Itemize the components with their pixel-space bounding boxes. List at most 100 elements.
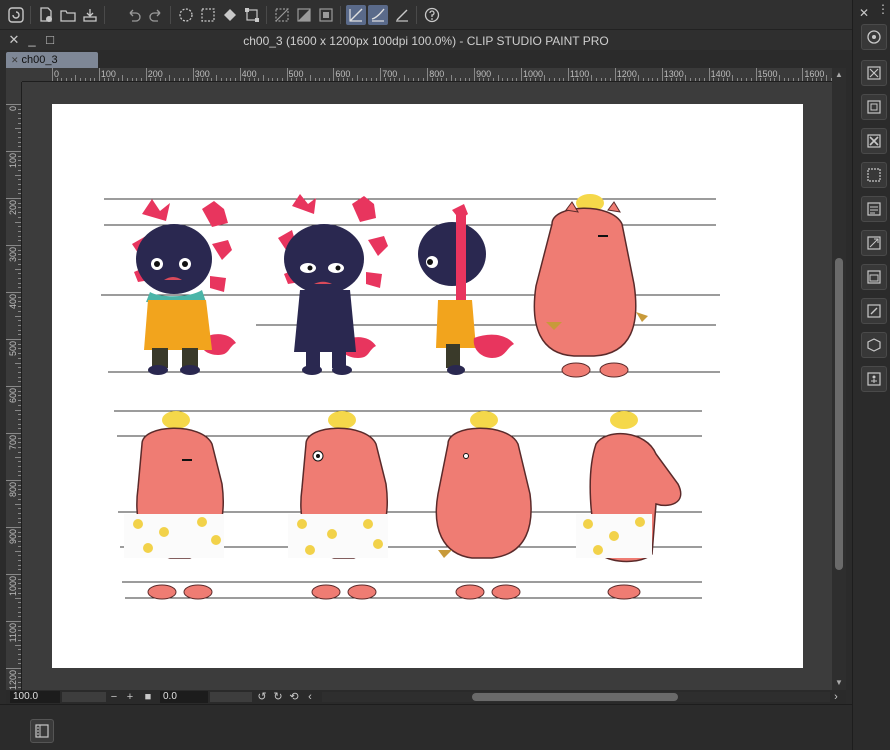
- undo-icon[interactable]: [124, 5, 144, 25]
- panel-toggle-button[interactable]: [30, 719, 54, 743]
- layer-property-icon[interactable]: [861, 60, 887, 86]
- vertical-ruler: 0 100 200 300 400 500 600 700 800 900 1000 1100 1200: [6, 82, 22, 690]
- zoom-in-button[interactable]: +: [124, 690, 136, 704]
- sub-tool-detail-icon[interactable]: [861, 128, 887, 154]
- ruler-tick: [6, 151, 21, 152]
- dock-menu-icon[interactable]: ⋮: [877, 2, 889, 16]
- panel-layout-icon: [35, 724, 49, 738]
- ruler-minor-tick: [15, 221, 21, 223]
- snap-ruler-icon[interactable]: [346, 5, 366, 25]
- ruler-label: 500: [8, 341, 18, 357]
- ruler-minor-tick: [15, 315, 21, 317]
- ruler-minor-tick: [356, 75, 358, 81]
- layer-search-icon[interactable]: [861, 94, 887, 120]
- ruler-tick: [6, 621, 21, 622]
- ruler-tick: [6, 245, 21, 246]
- artwork: [101, 194, 720, 600]
- ruler-minor-tick: [778, 75, 780, 81]
- rotate-right-icon[interactable]: ↻: [272, 690, 284, 704]
- 3d-object-icon[interactable]: [861, 332, 887, 358]
- vertical-scroll-thumb[interactable]: [835, 258, 843, 570]
- horizontal-scrollbar[interactable]: [322, 692, 830, 702]
- ruler-tick: [6, 104, 21, 105]
- zoom-slider[interactable]: [62, 692, 106, 702]
- tab-ch00-3[interactable]: ✕ ch00_3: [6, 52, 98, 68]
- redo-icon[interactable]: [146, 5, 166, 25]
- capybara-side-shirt: [576, 411, 682, 600]
- scroll-left-icon[interactable]: ‹: [304, 690, 316, 704]
- layer-icon[interactable]: [861, 298, 887, 324]
- ruler-label: 1000: [8, 576, 18, 597]
- ruler-tick: [6, 433, 21, 434]
- ruler-label: 600: [8, 388, 18, 404]
- canvas-status-bar: 100.0 − + ■ 0.0 ↺ ↻ ⟲ ‹ ›: [6, 690, 846, 704]
- ruler-minor-tick: [638, 75, 640, 81]
- animation-icon[interactable]: [861, 366, 887, 392]
- dock-close-icon[interactable]: ✕: [859, 6, 869, 20]
- new-file-icon[interactable]: [36, 5, 56, 25]
- snap-special-ruler-icon[interactable]: [368, 5, 388, 25]
- axolotl-front-plain: [278, 194, 388, 375]
- zoom-out-button[interactable]: −: [108, 690, 120, 704]
- horizontal-scroll-thumb[interactable]: [472, 693, 678, 701]
- fill-icon[interactable]: [220, 5, 240, 25]
- ruler-minor-tick: [685, 75, 687, 81]
- ruler-label: 0: [54, 69, 60, 79]
- ruler-tick: [6, 386, 21, 387]
- ruler-label: 800: [8, 482, 18, 498]
- reset-rotation-icon[interactable]: ⟲: [288, 690, 300, 704]
- document-title-bar: ✕ _ □ ch00_3 (1600 x 1200px 100dpi 100.0…: [0, 30, 852, 50]
- history-icon[interactable]: [861, 264, 887, 290]
- ruler-label: 1200: [8, 670, 18, 690]
- window-title: ch00_3 (1600 x 1200px 100dpi 100.0%) - C…: [243, 34, 609, 48]
- drawing-canvas[interactable]: [52, 104, 803, 668]
- ruler-tick: [6, 339, 21, 340]
- invert-selection-icon[interactable]: [294, 5, 314, 25]
- show-selection-icon[interactable]: [316, 5, 336, 25]
- ruler-label: 1100: [8, 623, 18, 643]
- scroll-down-icon[interactable]: ▼: [834, 678, 844, 688]
- document-tab-bar: ✕ ch00_3: [0, 50, 852, 68]
- transform-icon[interactable]: [242, 5, 262, 25]
- ruler-label: 200: [8, 200, 18, 216]
- vertical-scrollbar[interactable]: ▲ ▼: [832, 68, 846, 690]
- scroll-right-icon[interactable]: ›: [830, 690, 842, 704]
- axolotl-side: [418, 204, 514, 375]
- rotate-left-icon[interactable]: ↺: [256, 690, 268, 704]
- tab-close-icon[interactable]: ✕: [11, 55, 19, 65]
- ruler-minor-tick: [591, 75, 593, 81]
- rotation-angle-input[interactable]: 0.0: [160, 691, 208, 703]
- fit-to-window-icon[interactable]: ■: [142, 690, 154, 704]
- clear-outside-selection-icon[interactable]: [198, 5, 218, 25]
- ruler-minor-tick: [75, 75, 77, 81]
- open-file-icon[interactable]: [58, 5, 78, 25]
- zoom-input[interactable]: 100.0: [10, 691, 60, 703]
- command-bar: [0, 0, 890, 30]
- material-icon[interactable]: [861, 162, 887, 188]
- ruler-minor-tick: [15, 644, 21, 646]
- save-icon[interactable]: [80, 5, 100, 25]
- ruler-minor-tick: [15, 503, 21, 505]
- capybara-front-shirt: [124, 411, 225, 600]
- ruler-minor-tick: [15, 597, 21, 599]
- scroll-up-icon[interactable]: ▲: [834, 70, 844, 80]
- deselect-icon[interactable]: [272, 5, 292, 25]
- right-dock: ✕ ⋮: [852, 0, 890, 750]
- item-bank-icon[interactable]: [861, 196, 887, 222]
- ruler-tick: [6, 668, 21, 669]
- clear-icon[interactable]: [176, 5, 196, 25]
- capybara-front-plain: [435, 411, 532, 600]
- app-menu-icon[interactable]: [6, 5, 26, 25]
- navigator-icon[interactable]: [861, 24, 887, 50]
- ruler-label: 100: [8, 153, 18, 169]
- snap-grid-icon[interactable]: [392, 5, 412, 25]
- horizontal-ruler: 0 100 200 300 400 500 600 700 800 900 1000 1100 1200…: [22, 68, 840, 82]
- ruler-minor-tick: [15, 268, 21, 270]
- ruler-minor-tick: [732, 75, 734, 81]
- ruler-minor-tick: [309, 75, 311, 81]
- help-icon[interactable]: [422, 5, 442, 25]
- auto-action-icon[interactable]: [861, 230, 887, 256]
- rotation-slider[interactable]: [210, 692, 252, 702]
- ruler-tick: [6, 574, 21, 575]
- ruler-label: 400: [8, 294, 18, 310]
